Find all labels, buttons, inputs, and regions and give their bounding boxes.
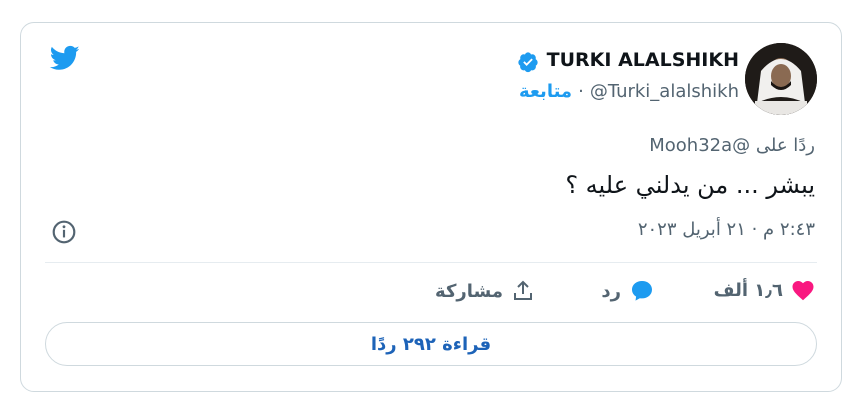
avatar[interactable] (745, 43, 817, 115)
share-icon (514, 280, 532, 300)
like-action[interactable]: ١٫٦ ألف (714, 279, 815, 309)
heart-icon (792, 281, 814, 301)
timestamp[interactable]: ٢:٤٣ م · ٢١ أبريل ٢٠٢٣ (638, 219, 815, 240)
handle[interactable]: @Turki_alalshikh (590, 81, 739, 102)
twitter-logo-icon[interactable] (47, 43, 83, 73)
display-name[interactable]: TURKI ALALSHIKH (547, 49, 739, 71)
separator-dot: · (578, 81, 584, 102)
follow-link[interactable]: متابعة (519, 81, 572, 102)
info-icon[interactable] (51, 219, 77, 245)
reply-action[interactable]: رد (601, 279, 655, 309)
tweet-card: TURKI ALALSHIKH متابعة · @Turki_alalshikh … (20, 22, 842, 392)
avatar-portrait-icon (745, 43, 817, 115)
handle-row: متابعة · @Turki_alalshikh (519, 81, 739, 102)
reply-to-text[interactable]: ردًا على @Mooh32a (649, 135, 815, 156)
share-action[interactable]: مشاركة (435, 279, 535, 309)
reply-bubble-icon (632, 281, 652, 301)
divider (45, 262, 817, 263)
verified-badge-icon (518, 52, 538, 73)
tweet-text: يبشر ... من يدلني عليه ؟ (565, 171, 815, 199)
like-count: ١٫٦ ألف (713, 279, 783, 301)
share-label: مشاركة (435, 280, 503, 302)
read-replies-button[interactable]: قراءة ٢٩٢ ردًا (45, 322, 817, 366)
reply-label: رد (601, 280, 621, 302)
